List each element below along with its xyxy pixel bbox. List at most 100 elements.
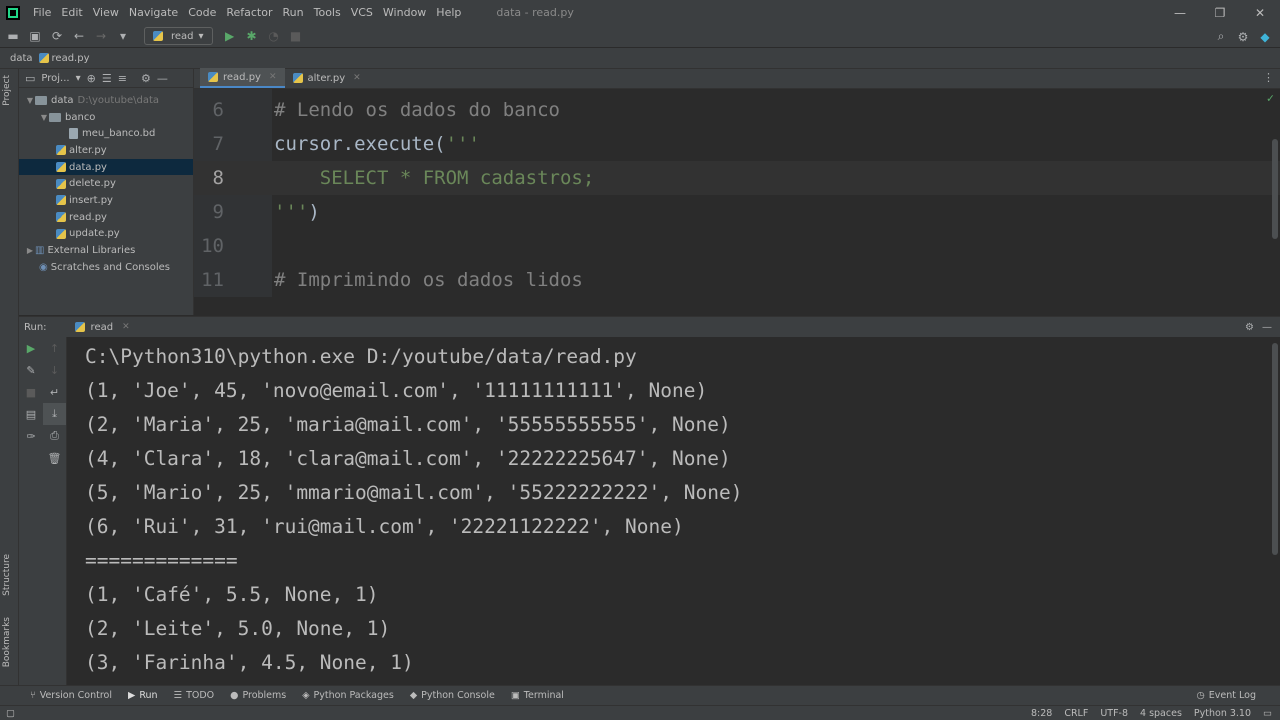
- code-line[interactable]: 7 cursor.execute(''': [194, 127, 1280, 161]
- line-separator[interactable]: CRLF: [1064, 708, 1088, 719]
- tree-item-root[interactable]: ▼ data D:\youtube\data: [19, 92, 193, 109]
- gear-icon[interactable]: ⚙: [1232, 27, 1254, 47]
- chevron-down-icon[interactable]: ▼: [39, 113, 49, 122]
- menu-navigate[interactable]: Navigate: [124, 6, 183, 19]
- menu-view[interactable]: View: [88, 6, 124, 19]
- event-log-tool-button[interactable]: ◷ Event Log: [1197, 690, 1257, 701]
- tree-item-file[interactable]: alter.py: [19, 142, 193, 159]
- scroll-to-end-icon[interactable]: ⤓: [43, 403, 66, 425]
- save-icon[interactable]: ▣: [24, 26, 46, 46]
- gear-icon[interactable]: ⚙: [1245, 322, 1254, 333]
- search-icon[interactable]: ⌕: [1210, 27, 1232, 47]
- tab-read-py[interactable]: read.py ✕: [200, 68, 285, 88]
- inspection-ok-icon[interactable]: ✓: [1267, 91, 1274, 105]
- menu-file[interactable]: File: [28, 6, 56, 19]
- hide-icon[interactable]: —: [157, 72, 168, 85]
- locate-icon[interactable]: ⊕: [87, 72, 96, 85]
- terminal-tool-button[interactable]: ▣ Terminal: [511, 690, 564, 701]
- code-line[interactable]: 6 # Lendo os dados do banco: [194, 93, 1280, 127]
- pin-icon[interactable]: ✑: [19, 425, 43, 447]
- problems-tool-button[interactable]: ● Problems: [230, 690, 286, 701]
- console-scrollbar[interactable]: [1272, 343, 1278, 555]
- wrench-icon[interactable]: ✎: [19, 359, 43, 381]
- soft-wrap-icon[interactable]: ↵: [43, 381, 66, 403]
- more-tabs-icon[interactable]: ⋮: [1263, 71, 1274, 84]
- tab-alter-py[interactable]: alter.py ✕: [285, 68, 369, 88]
- version-control-tool-button[interactable]: ⑂ Version Control: [30, 690, 112, 701]
- close-tab-icon[interactable]: ✕: [353, 73, 361, 83]
- indent-setting[interactable]: 4 spaces: [1140, 708, 1182, 719]
- tree-item-file[interactable]: update.py: [19, 226, 193, 243]
- code-line[interactable]: 9 '''): [194, 195, 1280, 229]
- sync-icon[interactable]: ⟳: [46, 26, 68, 46]
- tree-item-file[interactable]: read.py: [19, 209, 193, 226]
- tree-item-file[interactable]: delete.py: [19, 175, 193, 192]
- menu-tools[interactable]: Tools: [309, 6, 346, 19]
- scroll-down-icon[interactable]: ↓: [43, 359, 66, 381]
- code-line[interactable]: 10: [194, 229, 1280, 263]
- open-folder-icon[interactable]: ▬: [2, 26, 24, 46]
- run-icon[interactable]: ▶: [219, 26, 241, 46]
- breadcrumb-project[interactable]: data: [0, 53, 39, 64]
- minimize-icon[interactable]: —: [1160, 0, 1200, 25]
- python-interpreter[interactable]: Python 3.10: [1194, 708, 1251, 719]
- python-console-tool-button[interactable]: ◆ Python Console: [410, 690, 495, 701]
- stop-icon[interactable]: ■: [285, 26, 307, 46]
- chevron-down-icon[interactable]: ▾: [76, 73, 81, 84]
- tree-item-scratches[interactable]: ◉ Scratches and Consoles: [19, 259, 193, 276]
- rerun-icon[interactable]: ▶: [19, 337, 43, 359]
- todo-tool-button[interactable]: ☰ TODO: [174, 690, 215, 701]
- user-icon[interactable]: ▾: [112, 26, 134, 46]
- tree-item-file[interactable]: data.py: [19, 158, 193, 176]
- run-tab[interactable]: read ✕: [74, 322, 130, 333]
- python-packages-tool-button[interactable]: ◈ Python Packages: [302, 690, 394, 701]
- chevron-down-icon[interactable]: ▼: [25, 96, 35, 105]
- project-view-selector[interactable]: Proj...: [41, 73, 69, 84]
- run-config-selector[interactable]: read ▾: [144, 27, 213, 45]
- menu-code[interactable]: Code: [183, 6, 221, 19]
- coverage-icon[interactable]: ◔: [263, 26, 285, 46]
- tree-item-external-libraries[interactable]: ▶ ▥ External Libraries: [19, 242, 193, 259]
- menu-help[interactable]: Help: [431, 6, 466, 19]
- back-icon[interactable]: ←: [68, 26, 90, 46]
- menu-window[interactable]: Window: [378, 6, 431, 19]
- stop-icon[interactable]: ■: [19, 381, 43, 403]
- jetbrains-icon[interactable]: ◆: [1254, 27, 1276, 47]
- tree-item-db[interactable]: meu_banco.bd: [19, 125, 193, 142]
- forward-icon[interactable]: →: [90, 26, 112, 46]
- expand-all-icon[interactable]: ☰: [102, 72, 112, 85]
- close-tab-icon[interactable]: ✕: [269, 72, 277, 82]
- layout-icon[interactable]: ▤: [19, 403, 43, 425]
- breadcrumb-file[interactable]: read.py: [52, 53, 90, 64]
- maximize-icon[interactable]: ❐: [1200, 0, 1240, 25]
- layout-toggle-icon[interactable]: ▢: [6, 708, 15, 719]
- menu-vcs[interactable]: VCS: [346, 6, 378, 19]
- code-editor[interactable]: 6 # Lendo os dados do banco 7 cursor.exe…: [194, 89, 1280, 297]
- collapse-all-icon[interactable]: ≡: [118, 72, 127, 85]
- run-console[interactable]: C:\Python310\python.exe D:/youtube/data/…: [67, 337, 1280, 685]
- code-line[interactable]: 11 # Imprimindo os dados lidos: [194, 263, 1280, 297]
- debug-icon[interactable]: ✱: [241, 26, 263, 46]
- structure-tool-button[interactable]: Structure: [2, 554, 12, 596]
- scroll-up-icon[interactable]: ↑: [43, 337, 66, 359]
- caret-position[interactable]: 8:28: [1031, 708, 1052, 719]
- trash-icon[interactable]: 🗑: [43, 447, 66, 469]
- menu-refactor[interactable]: Refactor: [221, 6, 277, 19]
- tree-item-file[interactable]: insert.py: [19, 192, 193, 209]
- close-icon[interactable]: ✕: [1240, 0, 1280, 25]
- file-encoding[interactable]: UTF-8: [1100, 708, 1128, 719]
- close-tab-icon[interactable]: ✕: [122, 322, 130, 332]
- lock-icon[interactable]: ▭: [1263, 708, 1272, 719]
- code-line-current[interactable]: 8 SELECT * FROM cadastros;: [194, 161, 1280, 195]
- project-tool-button[interactable]: Project: [2, 75, 12, 106]
- hide-icon[interactable]: —: [1262, 322, 1272, 333]
- menu-edit[interactable]: Edit: [56, 6, 87, 19]
- print-icon[interactable]: ⎙: [43, 425, 66, 447]
- chevron-right-icon[interactable]: ▶: [25, 246, 35, 255]
- tree-item-folder[interactable]: ▼ banco: [19, 109, 193, 126]
- menu-run[interactable]: Run: [278, 6, 309, 19]
- gear-icon[interactable]: ⚙: [141, 72, 151, 85]
- editor-scrollbar[interactable]: [1272, 139, 1278, 239]
- run-tool-button[interactable]: ▶ Run: [128, 690, 158, 701]
- bookmarks-tool-button[interactable]: Bookmarks: [2, 617, 12, 667]
